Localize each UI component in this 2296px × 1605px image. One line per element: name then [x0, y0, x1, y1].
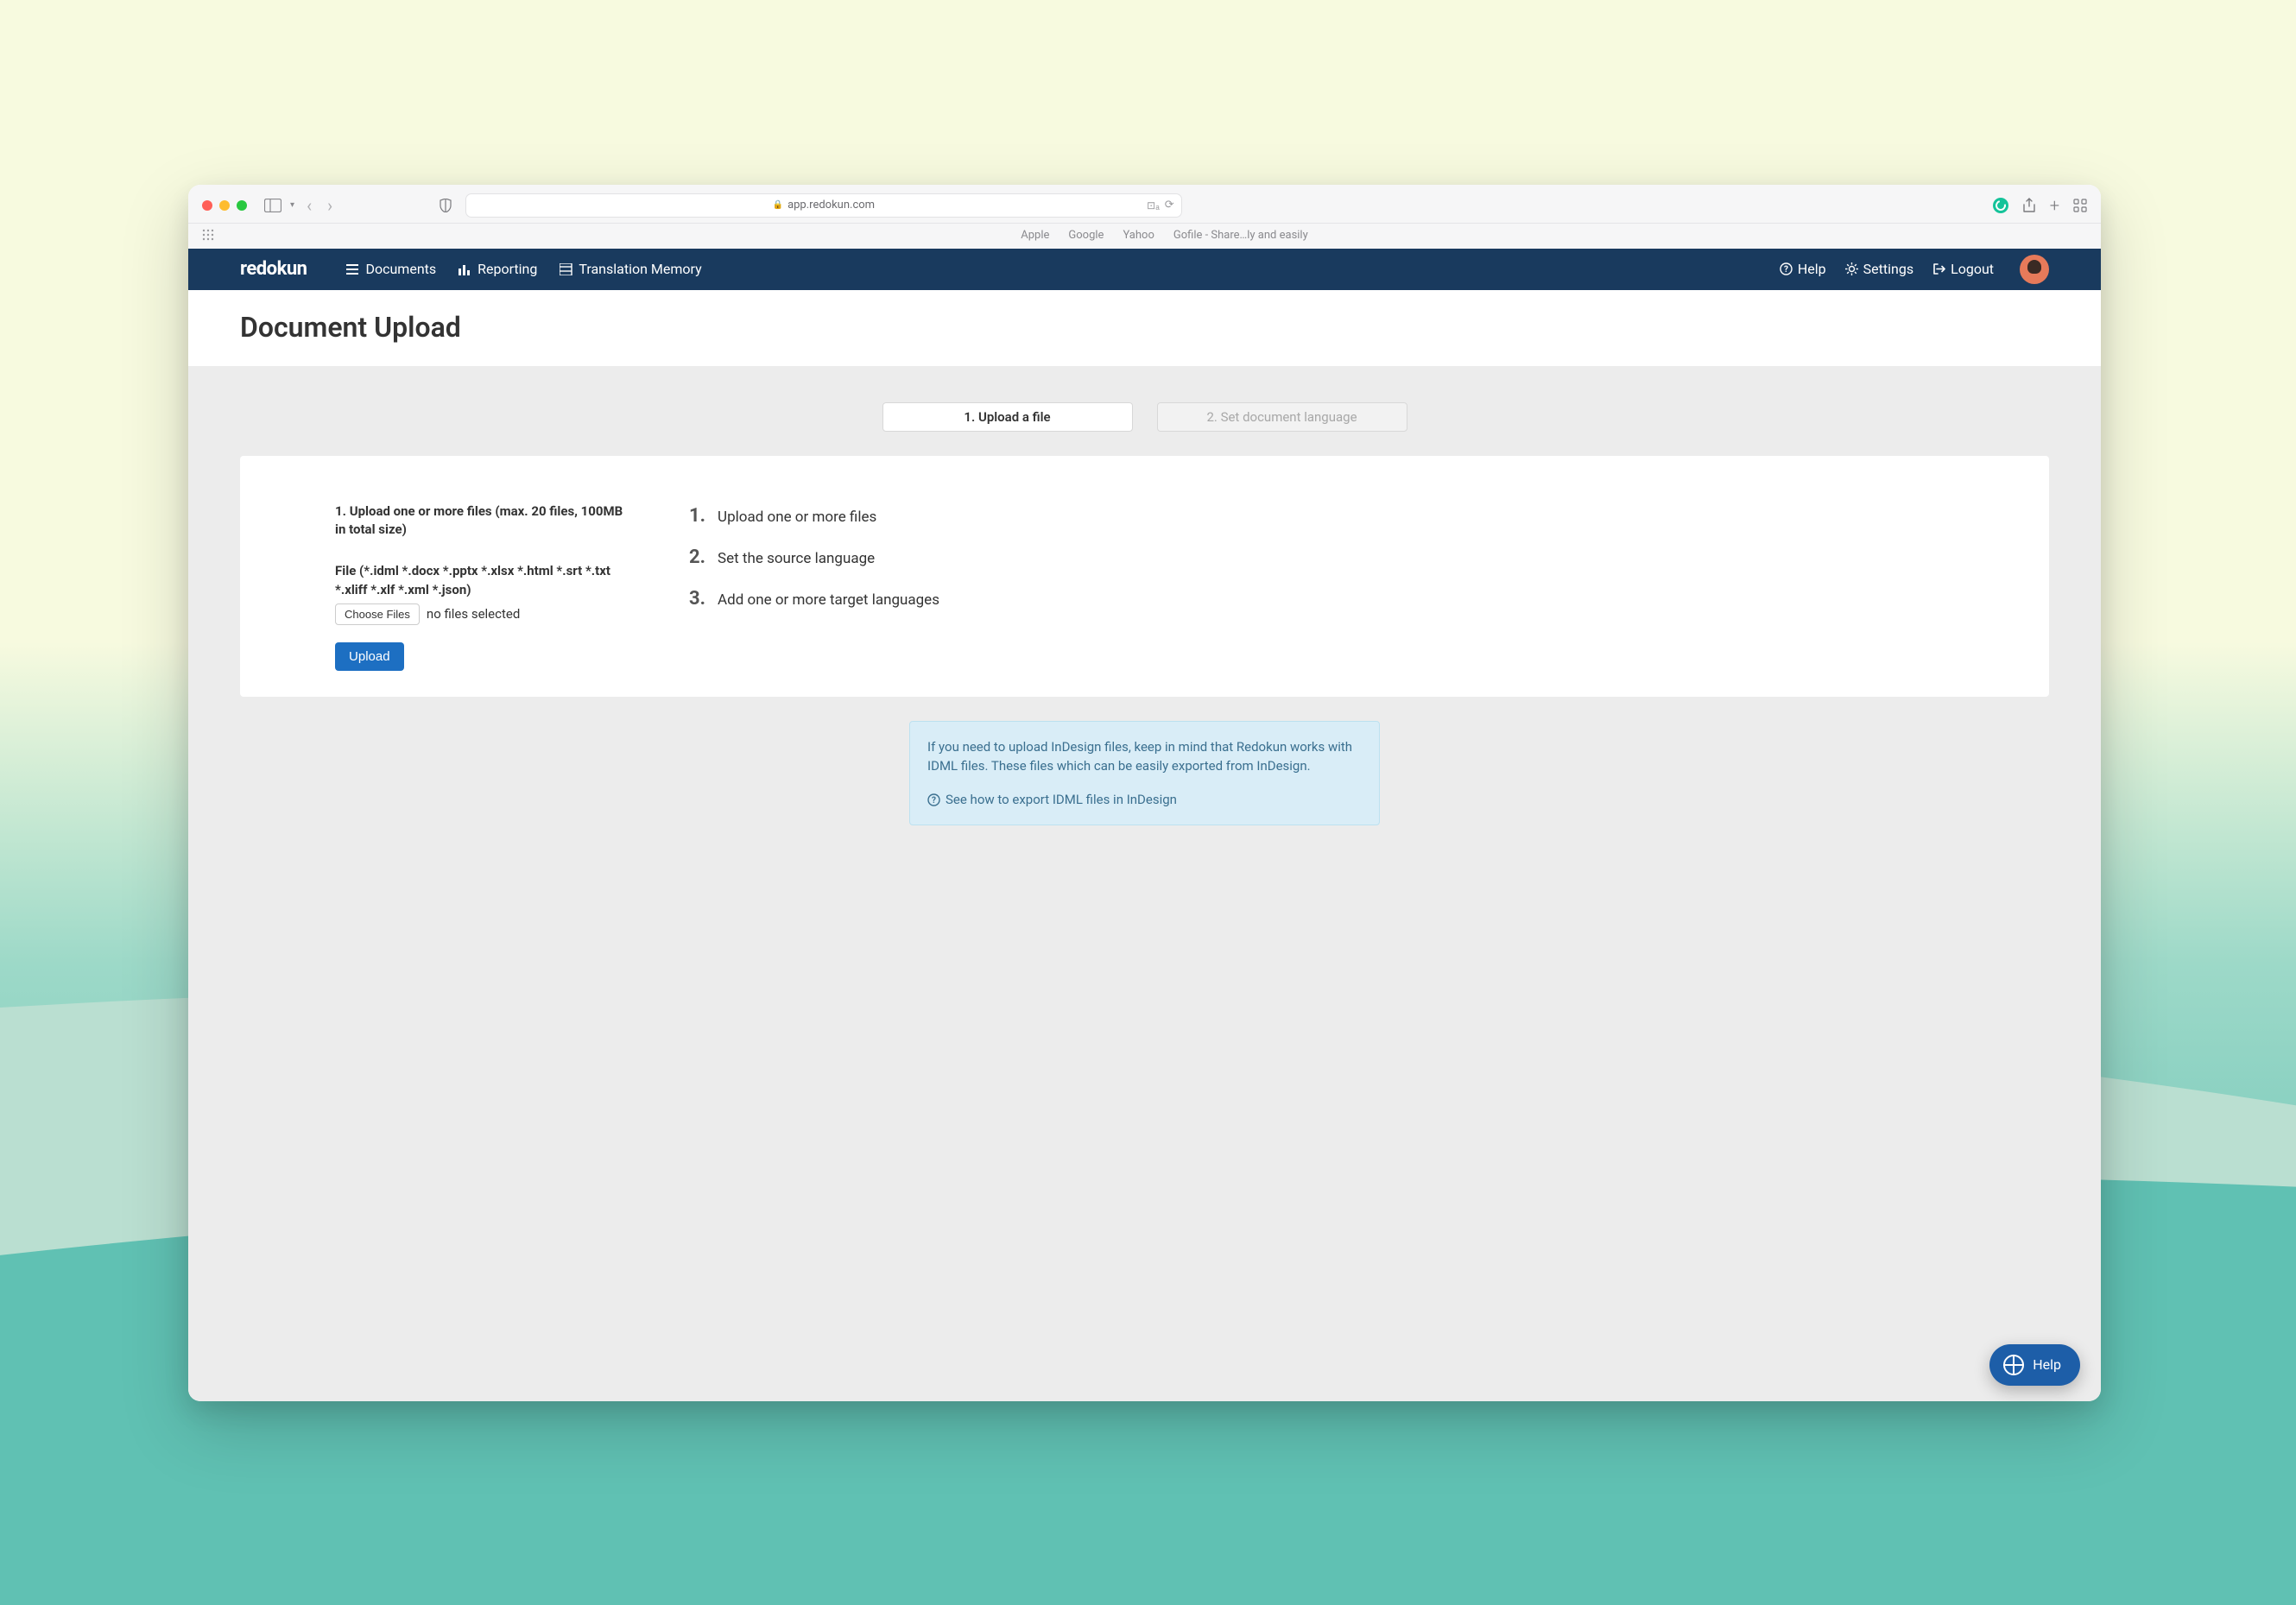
upload-panel: 1. Upload one or more files (max. 20 fil… [240, 456, 2049, 697]
file-status: no files selected [427, 606, 520, 622]
traffic-lights [202, 200, 247, 211]
nav-label: Settings [1863, 261, 1913, 277]
grammarly-icon[interactable] [1993, 198, 2008, 213]
content-area: 1. Upload a file 2. Set document languag… [188, 366, 2101, 1401]
nav-settings[interactable]: Settings [1845, 261, 1913, 277]
back-arrow-icon[interactable]: ‹ [303, 195, 315, 216]
svg-text:?: ? [932, 796, 936, 806]
filetypes-label: File (*.idml *.docx *.pptx *.xlsx *.html… [335, 561, 629, 600]
bookmark-link[interactable]: Yahoo [1123, 229, 1154, 242]
instruction-item: 3.Add one or more target languages [689, 585, 1954, 613]
sidebar-toggle-icon[interactable] [264, 199, 281, 212]
help-fab-label: Help [2033, 1356, 2061, 1373]
instruction-text: Set the source language [718, 548, 875, 570]
nav-label: Reporting [478, 261, 537, 277]
logo[interactable]: redokun [240, 258, 307, 280]
nav-translation-memory[interactable]: Translation Memory [560, 261, 701, 277]
upload-button[interactable]: Upload [335, 642, 404, 671]
share-icon[interactable] [2022, 198, 2036, 213]
nav-label: Help [1798, 261, 1826, 277]
translate-icon[interactable]: ⊡ₐ [1147, 199, 1160, 212]
shield-icon[interactable] [440, 199, 452, 212]
choose-files-button[interactable]: Choose Files [335, 603, 420, 625]
avatar[interactable] [2020, 255, 2049, 284]
url-text: app.redokun.com [787, 199, 875, 212]
help-fab[interactable]: Help [1989, 1344, 2080, 1386]
bookmark-link[interactable]: Google [1068, 229, 1104, 242]
maximize-window-icon[interactable] [237, 200, 247, 211]
reload-icon[interactable]: ⟳ [1165, 199, 1174, 212]
nav-documents[interactable]: Documents [346, 261, 436, 277]
nav-help[interactable]: ? Help [1780, 261, 1826, 277]
nav-logout[interactable]: Logout [1932, 261, 1994, 277]
lock-icon: 🔒 [773, 200, 783, 210]
browser-chrome: ▾ ‹ › 🔒 app.redokun.com ⊡ₐ ⟳ + [188, 185, 2101, 224]
info-box: If you need to upload InDesign files, ke… [909, 721, 1380, 826]
nav-label: Translation Memory [579, 261, 701, 277]
page-title: Document Upload [188, 290, 2101, 366]
bookmarks-bar: Apple Google Yahoo Gofile - Share…ly and… [188, 224, 2101, 249]
info-link[interactable]: ? See how to export IDML files in InDesi… [927, 790, 1362, 810]
lifebuoy-icon [2003, 1355, 2024, 1375]
nav-label: Documents [365, 261, 436, 277]
instruction-text: Upload one or more files [718, 507, 876, 528]
info-link-text: See how to export IDML files in InDesign [946, 790, 1177, 810]
browser-window: ▾ ‹ › 🔒 app.redokun.com ⊡ₐ ⟳ + [188, 185, 2101, 1401]
nav-reporting[interactable]: Reporting [459, 261, 537, 277]
svg-text:?: ? [1784, 265, 1788, 275]
instruction-item: 1.Upload one or more files [689, 502, 1954, 530]
nav-label: Logout [1951, 261, 1994, 277]
question-circle-icon: ? [927, 793, 940, 806]
bookmark-link[interactable]: Gofile - Share…ly and easily [1173, 229, 1308, 242]
upload-heading: 1. Upload one or more files (max. 20 fil… [335, 502, 629, 539]
app-nav: redokun Documents Reporting Translation … [188, 249, 2101, 290]
forward-arrow-icon[interactable]: › [324, 195, 336, 216]
step-tab-language[interactable]: 2. Set document language [1157, 402, 1407, 432]
minimize-window-icon[interactable] [219, 200, 230, 211]
url-bar[interactable]: 🔒 app.redokun.com ⊡ₐ ⟳ [465, 193, 1182, 218]
new-tab-icon[interactable]: + [2050, 195, 2059, 216]
bookmark-link[interactable]: Apple [1021, 229, 1049, 242]
tab-overview-icon[interactable] [2073, 199, 2087, 212]
instruction-item: 2.Set the source language [689, 544, 1954, 572]
apps-grid-icon[interactable] [202, 229, 214, 241]
close-window-icon[interactable] [202, 200, 212, 211]
instruction-text: Add one or more target languages [718, 590, 939, 611]
step-tab-upload[interactable]: 1. Upload a file [882, 402, 1133, 432]
info-text: If you need to upload InDesign files, ke… [927, 737, 1362, 776]
chevron-down-icon[interactable]: ▾ [290, 200, 294, 210]
